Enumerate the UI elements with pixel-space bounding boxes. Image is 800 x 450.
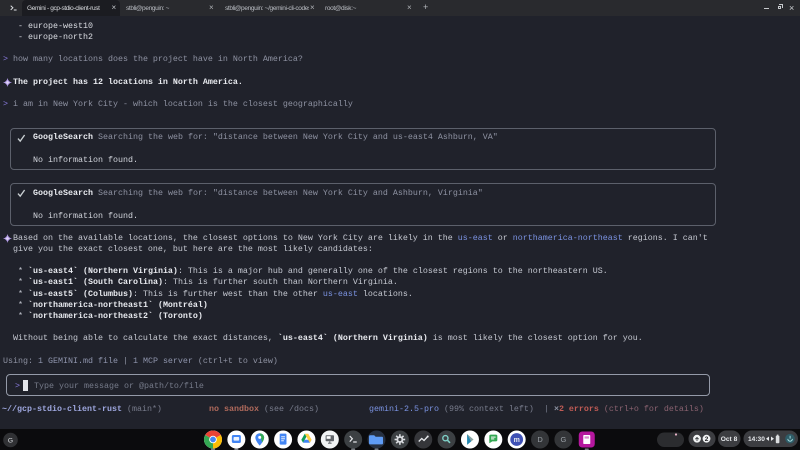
svg-text:m: m	[514, 437, 520, 444]
svg-text:2: 2	[705, 436, 709, 443]
svg-text:D: D	[537, 435, 543, 444]
svg-text:Oct 8: Oct 8	[721, 436, 738, 443]
svg-text:G: G	[8, 437, 13, 444]
svg-text:14:30: 14:30	[748, 436, 765, 443]
svg-text:G: G	[560, 435, 566, 444]
